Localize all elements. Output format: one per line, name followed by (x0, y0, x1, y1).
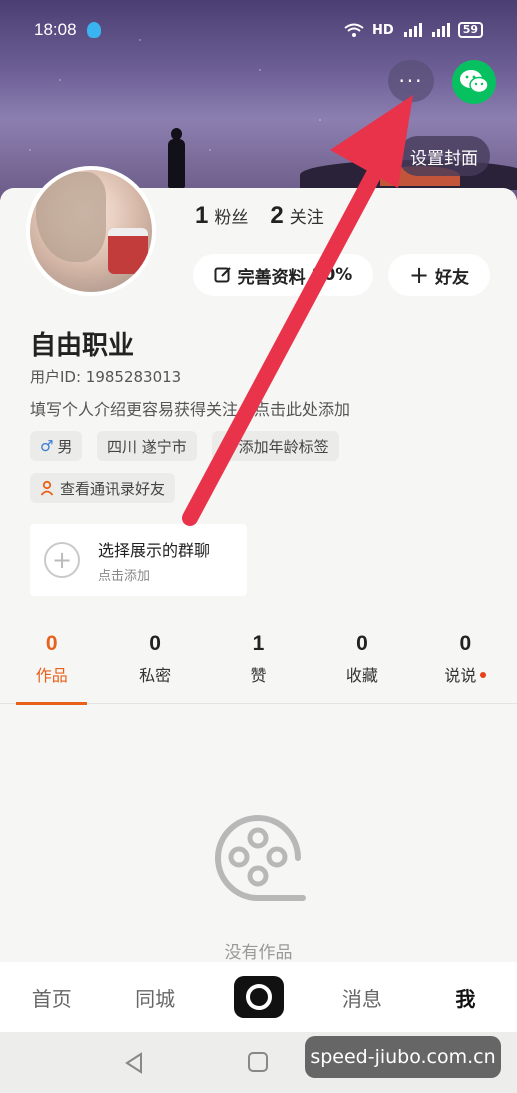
tab-label: 私密 (139, 666, 172, 685)
complete-profile-button[interactable]: 完善资料 80% (193, 254, 373, 296)
tab-private[interactable]: 0 私密 (103, 632, 206, 703)
group-chat-subtitle: 点击添加 (98, 568, 151, 584)
nav-me[interactable]: 我 (414, 983, 517, 1012)
tab-count: 0 (45, 632, 58, 655)
more-options-button[interactable]: ··· (388, 60, 434, 102)
age-tag[interactable]: + 添加年龄标签 (212, 431, 339, 461)
add-circle-icon: + (44, 542, 80, 578)
contacts-label: 查看通讯录好友 (60, 479, 166, 498)
male-icon: ♂ (40, 437, 54, 455)
group-chat-title: 选择展示的群聊 (98, 540, 211, 560)
following-label: 关注 (289, 208, 324, 228)
status-time: 18:08 (34, 20, 77, 39)
qq-notification-icon (86, 22, 101, 38)
friend-label: 好友 (435, 267, 470, 288)
nav-messages[interactable]: 消息 (310, 983, 413, 1012)
status-icons: HD 59 (344, 22, 483, 38)
notification-dot (480, 671, 487, 678)
bottom-nav: 首页 同城 消息 我 (0, 962, 517, 1032)
tab-likes[interactable]: 1 赞 (207, 632, 310, 703)
group-chat-card[interactable]: + 选择展示的群聊 点击添加 (30, 524, 247, 596)
tab-count: 0 (459, 632, 472, 655)
tab-label: 说说 (444, 666, 477, 685)
film-reel-icon (215, 815, 306, 901)
bio-prompt[interactable]: 填写个人介绍更容易获得关注，点击此处添加 (30, 396, 350, 420)
complete-label: 完善资料 (237, 267, 306, 288)
user-id: 用户ID: 1985283013 (30, 368, 182, 386)
status-bar: 18:08 HD 59 (0, 0, 517, 60)
region-label: 四川 遂宁市 (107, 437, 187, 456)
contacts-tag[interactable]: 查看通讯录好友 (30, 473, 176, 503)
set-cover-button[interactable]: 设置封面 (398, 136, 490, 176)
fans-label: 粉丝 (214, 208, 249, 228)
home-icon[interactable] (248, 1052, 268, 1072)
nav-camera[interactable] (207, 976, 310, 1018)
signal-icon-2 (431, 23, 450, 37)
tab-works[interactable]: 0 作品 (0, 632, 103, 705)
following-stat[interactable]: 2 关注 (270, 202, 323, 230)
plus-icon: + (222, 437, 235, 455)
signal-icon (403, 23, 422, 37)
nav-local[interactable]: 同城 (103, 983, 206, 1012)
fans-count: 1 (195, 202, 209, 229)
watermark: speed-jiubo.com.cn (305, 1036, 501, 1078)
edit-icon (214, 267, 231, 283)
following-count: 2 (270, 202, 284, 229)
content-tabs: 0 作品 0 私密 1 赞 0 收藏 0 说说 (0, 632, 517, 705)
avatar[interactable] (26, 166, 156, 296)
plus-icon: + (408, 261, 430, 289)
follow-stats: 1 粉丝 2 关注 (195, 202, 324, 230)
complete-percent: 80% (311, 265, 353, 285)
gender-label: 男 (57, 437, 73, 456)
add-friend-button[interactable]: + 好友 (388, 254, 490, 296)
camera-icon (233, 976, 284, 1018)
tab-label: 赞 (250, 666, 267, 685)
cover-silhouette (165, 128, 187, 188)
back-icon[interactable] (124, 1052, 144, 1074)
tab-favorites[interactable]: 0 收藏 (310, 632, 413, 703)
tab-label: 收藏 (345, 666, 378, 685)
battery-icon: 59 (457, 22, 483, 38)
region-tag[interactable]: 四川 遂宁市 (97, 431, 197, 461)
tab-label-wrap: 说说 (414, 662, 517, 686)
tab-count: 1 (252, 632, 265, 655)
network-label: HD (372, 22, 394, 38)
tab-count: 0 (149, 632, 161, 655)
wechat-share-button[interactable] (452, 60, 496, 104)
gender-tag[interactable]: ♂ 男 (30, 431, 83, 461)
tab-count: 0 (356, 632, 368, 655)
nav-home[interactable]: 首页 (0, 983, 103, 1012)
contacts-icon (40, 480, 54, 496)
age-label: 添加年龄标签 (238, 437, 329, 456)
profile-name: 自由职业 (30, 331, 135, 361)
wifi-icon (344, 23, 364, 37)
wechat-icon (460, 70, 489, 94)
empty-state-text: 没有作品 (224, 943, 293, 963)
tab-label: 作品 (35, 666, 68, 685)
fans-stat[interactable]: 1 粉丝 (195, 202, 248, 230)
tab-posts[interactable]: 0 说说 (414, 632, 517, 703)
